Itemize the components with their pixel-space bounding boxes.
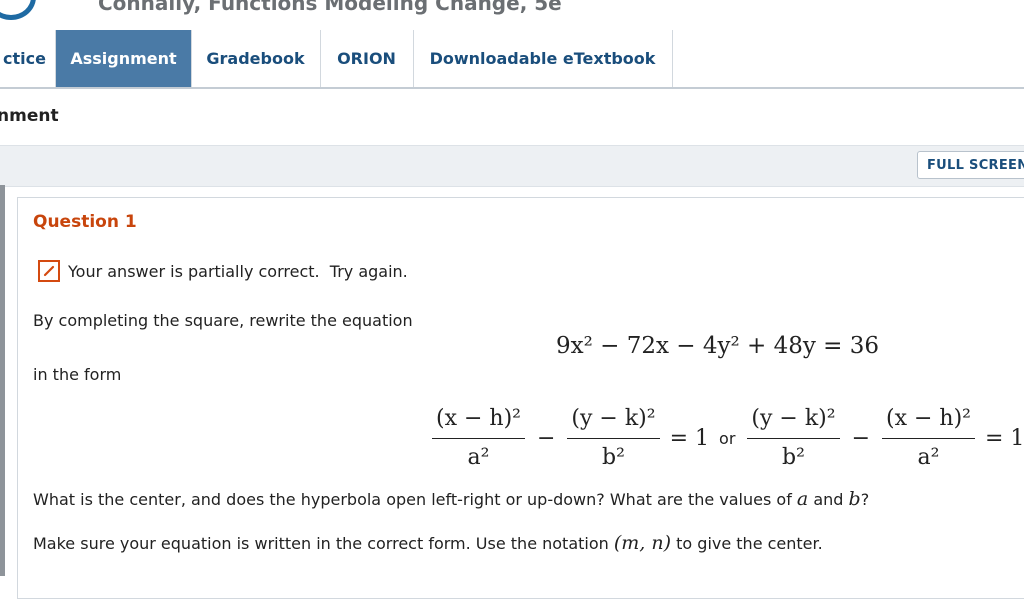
tab-assignment[interactable]: Assignment [56,30,192,87]
feedback-text: Your answer is partially correct. Try ag… [68,262,408,281]
prompt-text: By completing the square, rewrite the eq… [33,311,413,330]
left-divider [0,185,5,576]
fraction-y-over-b: (y − k)² b² [567,406,660,471]
top-header: Connally, Functions Modeling Change, 5e [0,0,1024,31]
variable-b: b [848,488,861,510]
given-equation: 9x² − 72x − 4y² + 48y = 36 [556,333,880,359]
center-notation: (m, n) [613,532,672,554]
instruction-text: Make sure your equation is written in th… [33,532,823,554]
pencil-icon [38,260,60,282]
toolbar [0,145,1024,187]
fraction-y-over-b-alt: (y − k)² b² [747,406,840,471]
tab-orion[interactable]: ORION [320,30,414,87]
target-form-equation: (x − h)² a² − (y − k)² b² = 1 or (y − k)… [430,400,1024,476]
logo-icon [0,0,36,20]
full-screen-button[interactable]: FULL SCREEN [917,151,1024,179]
equals-one: = 1 [669,425,710,451]
fraction-x-over-a-alt: (x − h)² a² [882,406,975,471]
tab-downloadable-etextbook[interactable]: Downloadable eTextbook [413,30,673,87]
minus-sign: − [536,425,556,451]
nav-bar: ctice Assignment Gradebook ORION Downloa… [0,30,1024,89]
book-title: Connally, Functions Modeling Change, 5e [98,0,562,15]
variable-a: a [796,488,809,510]
tab-gradebook[interactable]: Gradebook [191,30,321,87]
fraction-x-over-a: (x − h)² a² [432,406,525,471]
page-title: nment [0,106,59,126]
question-text: What is the center, and does the hyperbo… [33,488,870,510]
or-text: or [719,428,736,448]
equals-one-end: = 1. [985,425,1024,451]
form-prompt-text: in the form [33,365,122,384]
minus-sign-alt: − [851,425,871,451]
question-title: Question 1 [33,212,137,232]
tab-practice[interactable]: ctice [0,30,56,87]
